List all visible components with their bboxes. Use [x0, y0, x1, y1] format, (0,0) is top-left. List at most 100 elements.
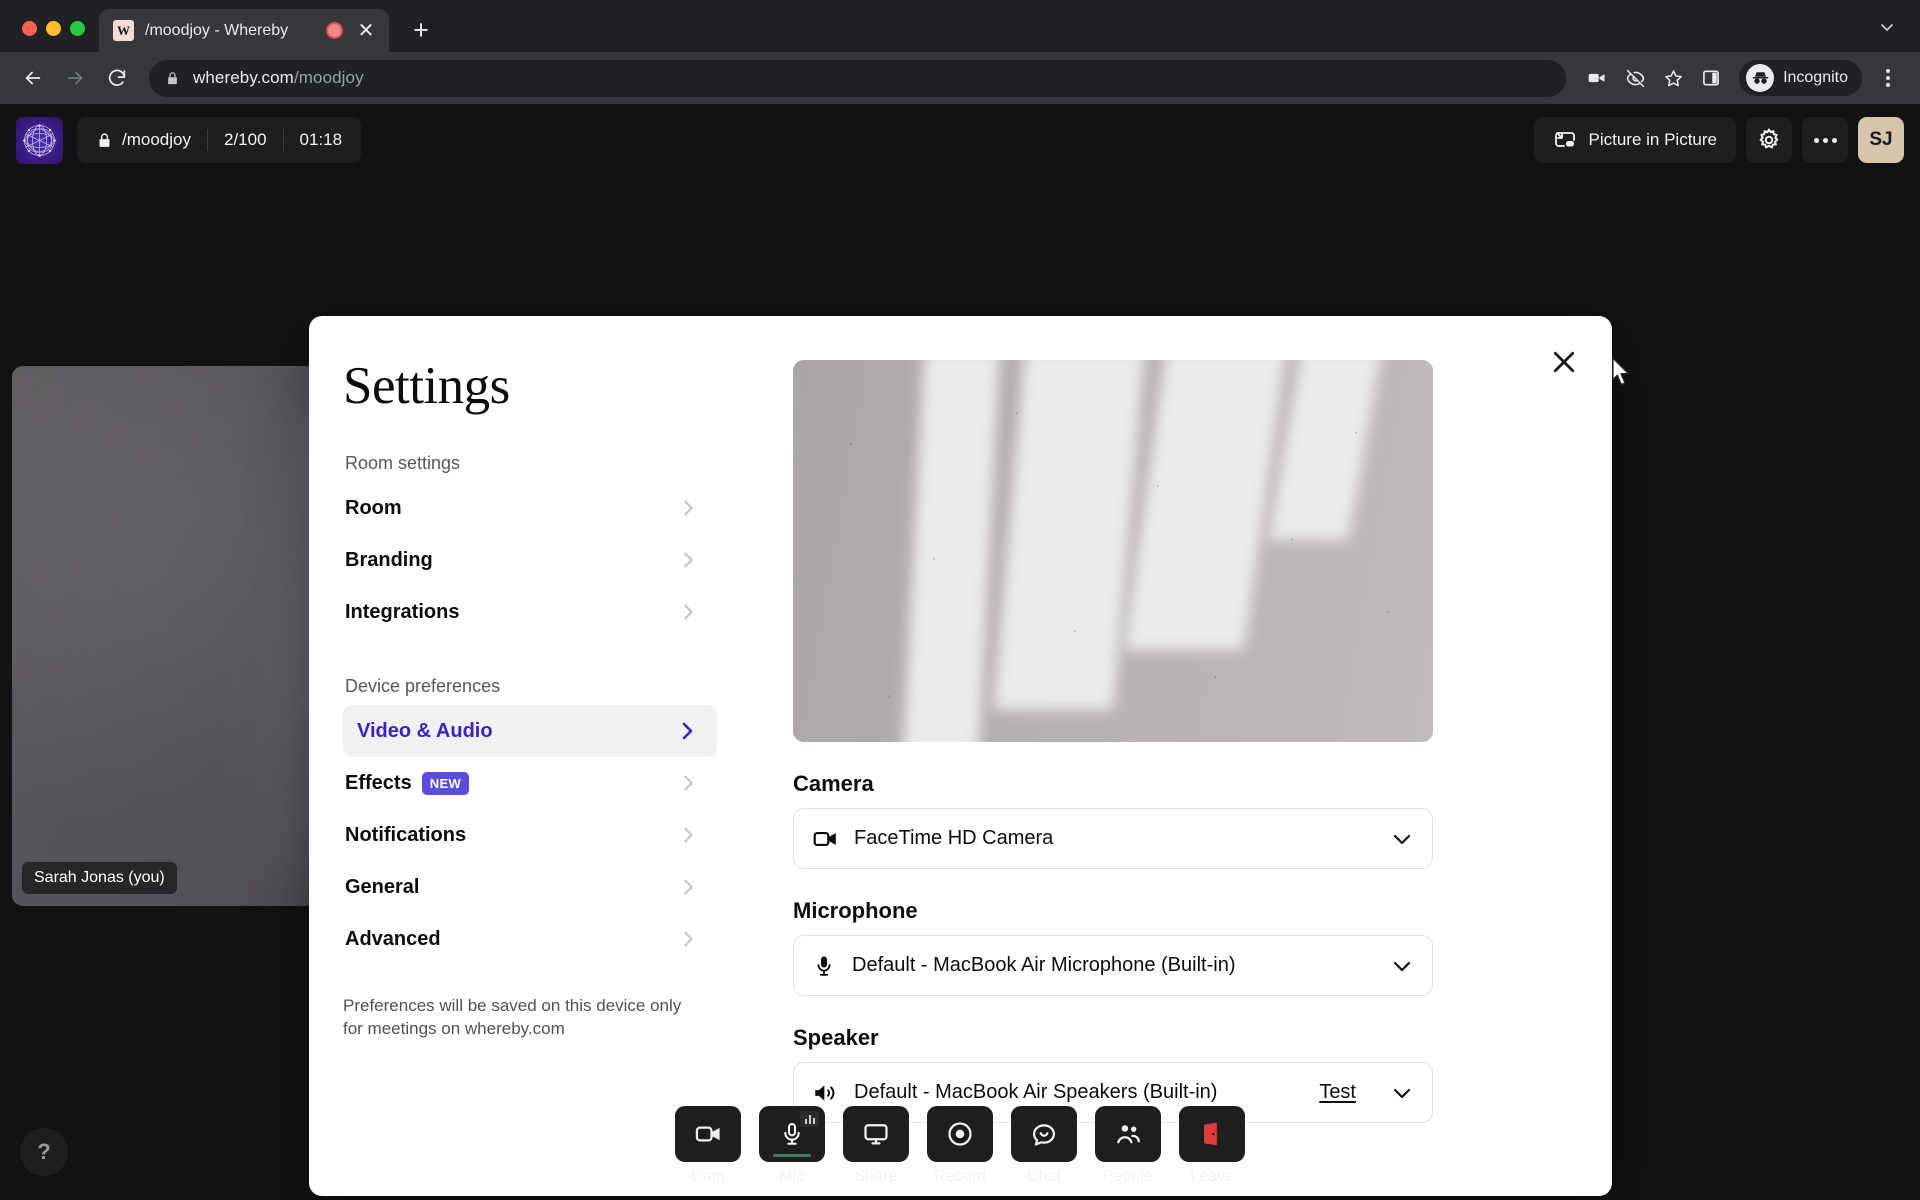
control-cam[interactable]: Cam: [670, 1106, 746, 1186]
reload-icon[interactable]: [98, 59, 136, 97]
chevron-right-icon: [677, 497, 699, 519]
people-button[interactable]: [1095, 1106, 1161, 1162]
sidebar-item-branding[interactable]: Branding: [343, 534, 717, 586]
control-label: Mic: [779, 1168, 805, 1185]
browser-tabstrip: W /moodjoy - Whereby ✕ +: [0, 0, 1920, 52]
control-label: Cam: [691, 1168, 725, 1185]
sidebar-item-label: Notifications: [345, 823, 467, 846]
control-share[interactable]: Share: [838, 1106, 914, 1186]
camera-value: FaceTime HD Camera: [854, 827, 1054, 849]
incognito-indicator[interactable]: Incognito: [1739, 60, 1862, 96]
mouse-cursor: [1611, 357, 1633, 392]
window-traffic-lights: [12, 21, 99, 52]
room-settings-list: Room Branding Integrations: [343, 482, 717, 638]
leave-door-icon: [1199, 1121, 1225, 1147]
mic-button[interactable]: [759, 1106, 825, 1162]
cam-button[interactable]: [675, 1106, 741, 1162]
record-icon: [946, 1120, 974, 1148]
control-label: Record: [934, 1168, 986, 1185]
sidebar-item-label: Effects: [345, 771, 412, 794]
self-video-preview: [793, 360, 1433, 742]
share-button[interactable]: [843, 1106, 909, 1162]
leave-button[interactable]: [1179, 1106, 1245, 1162]
address-bar[interactable]: whereby.com/moodjoy: [149, 59, 1567, 97]
chevron-down-icon: [1390, 954, 1414, 978]
chevron-right-icon: [677, 772, 699, 794]
sidebar-item-label: Branding: [345, 548, 433, 571]
sidebar-item-effects[interactable]: Effects NEW: [343, 757, 717, 809]
status-badge: NEW: [421, 771, 470, 795]
call-controls-bar: Cam Mic Share Record Chat People Leave: [0, 1092, 1920, 1200]
sidebar-item-video-audio[interactable]: Video & Audio: [343, 705, 717, 757]
chevron-right-icon: [677, 928, 699, 950]
settings-sidebar: Settings Room settings Room Branding Int…: [309, 316, 753, 1196]
settings-content-panel: Camera FaceTime HD Camera Microphone Def…: [753, 316, 1612, 1196]
tab-title: /moodjoy - Whereby: [145, 21, 289, 39]
sidebar-item-notifications[interactable]: Notifications: [343, 809, 717, 861]
screen-share-icon: [862, 1120, 890, 1148]
close-modal-button[interactable]: [1540, 338, 1588, 386]
chevron-down-icon: [1390, 827, 1414, 851]
camera-icon: [812, 826, 838, 852]
star-icon[interactable]: [1655, 60, 1691, 96]
chat-button[interactable]: [1011, 1106, 1077, 1162]
close-tab-button[interactable]: ✕: [354, 19, 378, 43]
control-label: People: [1103, 1168, 1153, 1185]
back-arrow-icon[interactable]: [14, 59, 52, 97]
sidebar-item-general[interactable]: General: [343, 861, 717, 913]
sidebar-item-label: Advanced: [345, 927, 441, 950]
chevron-down-icon[interactable]: [1870, 10, 1904, 44]
sidebar-item-advanced[interactable]: Advanced: [343, 913, 717, 965]
microphone-icon: [812, 954, 836, 978]
eye-off-icon[interactable]: [1617, 60, 1653, 96]
sidebar-item-label: General: [345, 875, 420, 898]
record-button[interactable]: [927, 1106, 993, 1162]
sidebar-item-integrations[interactable]: Integrations: [343, 586, 717, 638]
incognito-icon: [1746, 64, 1775, 92]
minimize-window-button[interactable]: [46, 21, 61, 36]
forward-arrow-icon: [56, 59, 94, 97]
sidebar-item-label: Video & Audio: [357, 719, 493, 742]
camera-select[interactable]: FaceTime HD Camera: [793, 808, 1433, 869]
control-mic[interactable]: Mic: [754, 1106, 830, 1186]
microphone-field-label: Microphone: [793, 898, 918, 923]
chat-bubble-icon: [1030, 1120, 1058, 1148]
incognito-label: Incognito: [1783, 69, 1848, 86]
tab-favicon: W: [113, 20, 134, 41]
microphone-select[interactable]: Default - MacBook Air Microphone (Built-…: [793, 935, 1433, 996]
chevron-right-icon: [677, 824, 699, 846]
settings-modal-layer: Settings Room settings Room Branding Int…: [0, 104, 1920, 1200]
control-chat[interactable]: Chat: [1006, 1106, 1082, 1186]
maximize-window-button[interactable]: [70, 21, 85, 36]
sidebar-item-label: Integrations: [345, 600, 460, 623]
call-controls-group: Cam Mic Share Record Chat People Leave: [670, 1106, 1250, 1186]
chevron-right-icon: [677, 601, 699, 623]
browser-toolbar: whereby.com/moodjoy Incognito: [0, 52, 1920, 104]
side-panel-icon[interactable]: [1693, 60, 1729, 96]
new-tab-button[interactable]: +: [403, 12, 439, 48]
control-label: Share: [854, 1168, 898, 1185]
preferences-footnote: Preferences will be saved on this device…: [343, 996, 682, 1038]
people-icon: [1114, 1120, 1143, 1149]
control-record[interactable]: Record: [922, 1106, 998, 1186]
microphone-value: Default - MacBook Air Microphone (Built-…: [852, 954, 1236, 976]
control-leave[interactable]: Leave: [1174, 1106, 1250, 1186]
sidebar-item-room[interactable]: Room: [343, 482, 717, 534]
kebab-menu-icon[interactable]: [1870, 60, 1906, 96]
browser-tab[interactable]: W /moodjoy - Whereby ✕: [99, 9, 389, 52]
close-window-button[interactable]: [22, 21, 37, 36]
sidebar-item-label: Room: [345, 496, 402, 519]
recording-indicator-icon[interactable]: [326, 22, 343, 39]
chevron-right-icon: [677, 876, 699, 898]
control-people[interactable]: People: [1090, 1106, 1166, 1186]
address-bar-url: whereby.com/moodjoy: [193, 68, 364, 87]
mic-level-indicator: [800, 1111, 819, 1127]
control-label: Chat: [1027, 1168, 1061, 1185]
chevron-right-icon: [675, 719, 699, 743]
control-label: Leave: [1190, 1168, 1234, 1185]
browser-window: W /moodjoy - Whereby ✕ + whereby.com/moo…: [0, 0, 1920, 1200]
whereby-app: /moodjoy 2/100 01:18 Picture in Picture: [0, 104, 1920, 1200]
section-label-room-settings: Room settings: [345, 453, 461, 473]
camera-icon[interactable]: [1579, 60, 1615, 96]
